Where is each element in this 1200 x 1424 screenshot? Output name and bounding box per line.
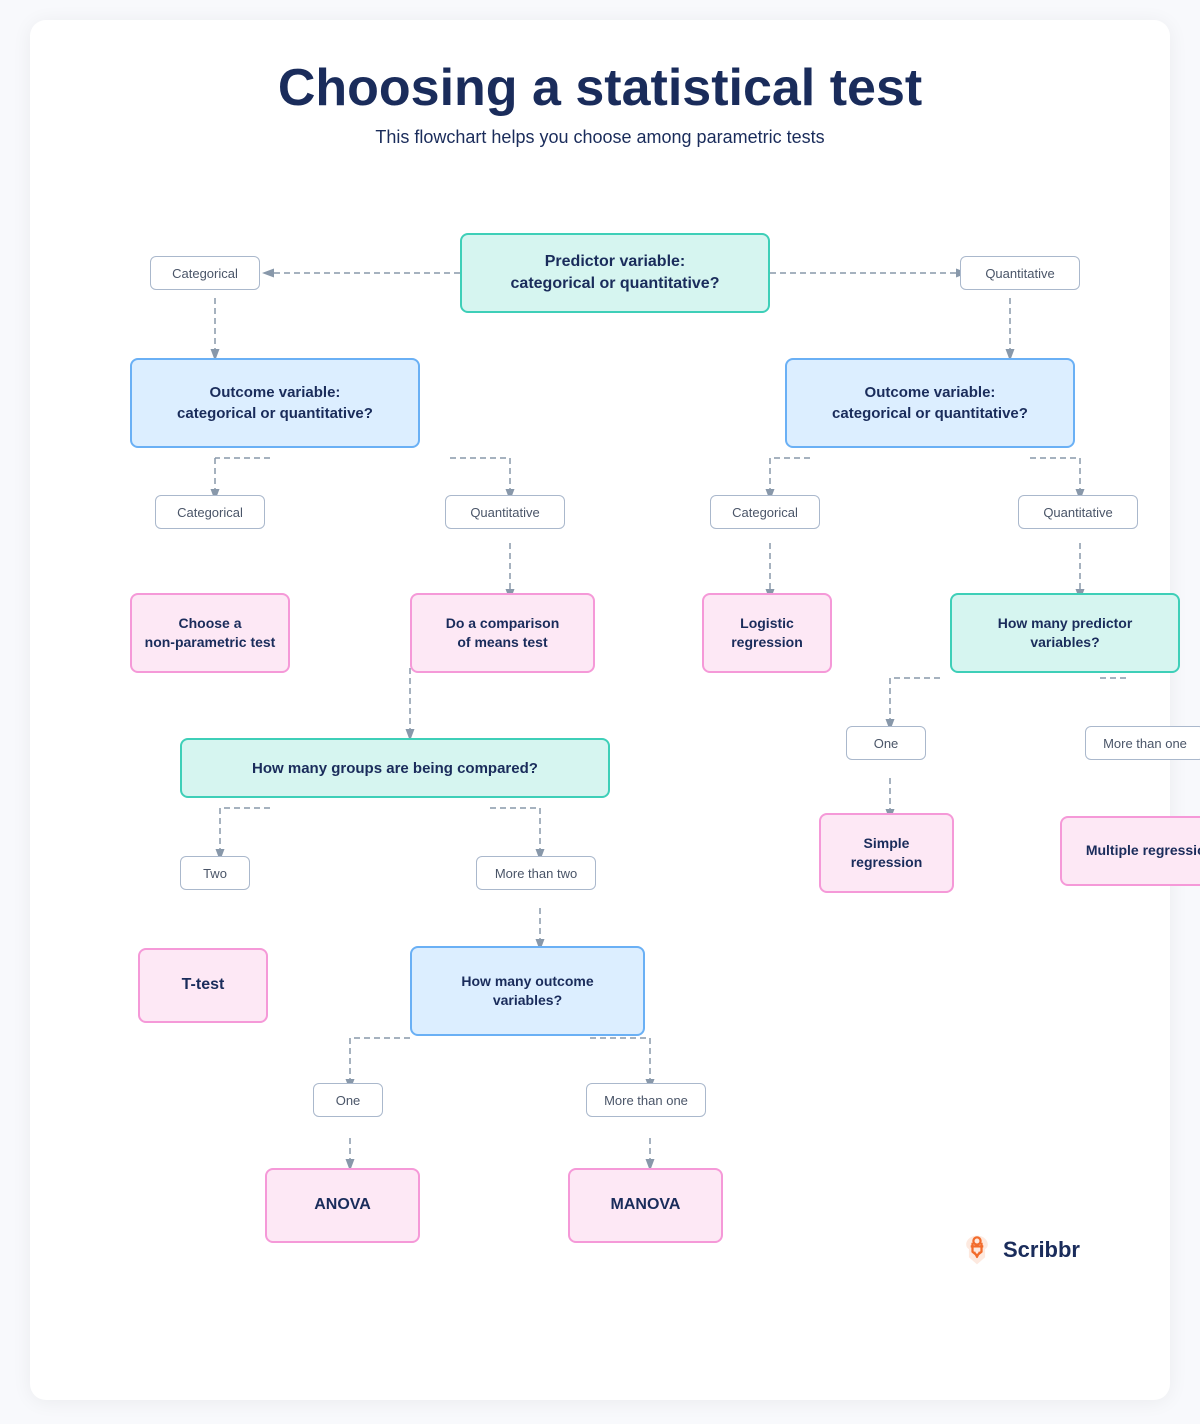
anova-box: ANOVA [265,1168,420,1243]
categorical-top-left-label: Categorical [150,256,260,290]
scribbr-logo: Scribbr [959,1232,1080,1268]
comparison-means-box: Do a comparison of means test [410,593,595,673]
two-label: Two [180,856,250,890]
manova-box: MANOVA [568,1168,723,1243]
page-title: Choosing a statistical test [70,60,1130,117]
quantitative-right-label: Quantitative [1018,495,1138,529]
more-than-two-label: More than two [476,856,596,890]
outcome-left-box: Outcome variable: categorical or quantit… [130,358,420,448]
more-than-one-left-label: More than one [586,1083,706,1117]
one-left-label: One [313,1083,383,1117]
categorical-left-label: Categorical [155,495,265,529]
how-many-outcome-box: How many outcome variables? [410,946,645,1036]
flowchart: Predictor variable: categorical or quant… [70,198,1130,1298]
quantitative-left-label: Quantitative [445,495,565,529]
logistic-box: Logistic regression [702,593,832,673]
categorical-right-label: Categorical [710,495,820,529]
one-right-label: One [846,726,926,760]
how-many-predictor-box: How many predictor variables? [950,593,1180,673]
outcome-right-box: Outcome variable: categorical or quantit… [785,358,1075,448]
t-test-box: T-test [138,948,268,1023]
simple-regression-box: Simple regression [819,813,954,893]
non-parametric-box: Choose a non-parametric test [130,593,290,673]
page-container: Choosing a statistical test This flowcha… [30,20,1170,1400]
multiple-regression-box: Multiple regression [1060,816,1200,886]
page-subtitle: This flowchart helps you choose among pa… [70,127,1130,148]
scribbr-icon [959,1232,995,1268]
predictor-box: Predictor variable: categorical or quant… [460,233,770,313]
more-than-one-right-label: More than one [1085,726,1200,760]
how-many-groups-box: How many groups are being compared? [180,738,610,798]
quantitative-top-right-label: Quantitative [960,256,1080,290]
scribbr-brand-name: Scribbr [1003,1237,1080,1263]
